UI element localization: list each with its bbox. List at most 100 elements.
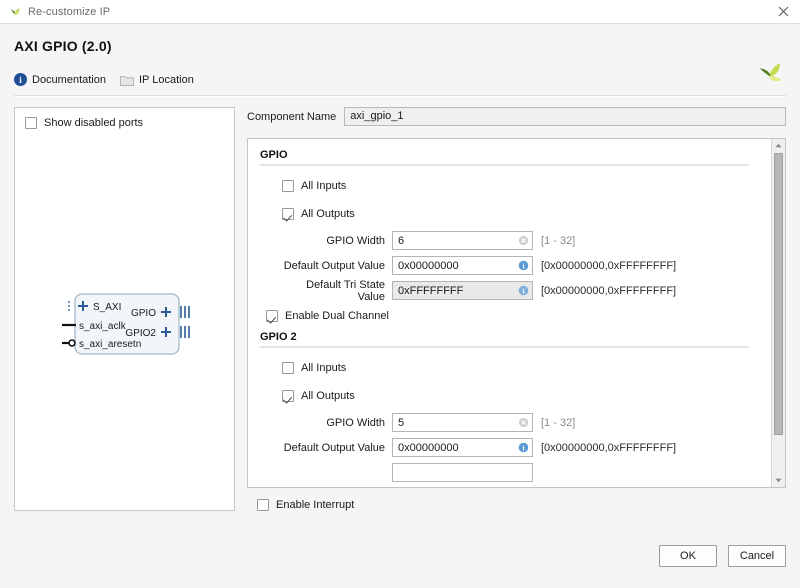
settings-column: Component Name GPIO All Inputs: [247, 107, 786, 511]
gpio-all-outputs-label: All Outputs: [301, 208, 355, 220]
gpio2-all-inputs-row[interactable]: All Inputs: [248, 354, 771, 382]
gpio-all-outputs-checkbox[interactable]: [282, 208, 294, 220]
enable-dual-channel-label: Enable Dual Channel: [285, 310, 389, 322]
enable-dual-channel-checkbox[interactable]: [266, 310, 278, 322]
folder-icon: [120, 74, 134, 86]
dialog-body: Show disabled ports S_AXI s_axi_aclk s_a…: [0, 97, 800, 532]
gpio2-default-output-label: Default Output Value: [283, 441, 385, 454]
gpio2-default-output-value: 0x00000000: [398, 441, 459, 454]
gpio2-default-output-input[interactable]: 0x00000000 i: [392, 438, 533, 457]
gpio-section: GPIO All Inputs All Outputs GPIO Width 6…: [248, 149, 771, 331]
scrollbar-thumb[interactable]: [774, 153, 783, 435]
gpio-section-title: GPIO: [260, 149, 288, 161]
gpio-default-output-hint: [0x00000000,0xFFFFFFFF]: [541, 259, 677, 272]
header-link-bar: i Documentation IP Location: [14, 73, 786, 95]
scroll-up-icon[interactable]: [772, 139, 785, 152]
settings-vertical-scrollbar[interactable]: [771, 139, 785, 487]
component-name-input[interactable]: [344, 107, 786, 126]
show-disabled-ports-checkbox[interactable]: [25, 117, 37, 129]
svg-text:GPIO2: GPIO2: [125, 328, 156, 339]
ip-location-link[interactable]: IP Location: [120, 74, 194, 86]
gpio-section-rows: All Inputs All Outputs GPIO Width 6 [1 -…: [248, 166, 771, 303]
component-name-row: Component Name: [247, 107, 786, 126]
settings-scroll-area: GPIO All Inputs All Outputs GPIO Width 6…: [247, 138, 786, 488]
ip-block-symbol: S_AXI s_axi_aclk s_axi_aresetn GPIO GPIO…: [57, 291, 217, 359]
header-divider: [14, 95, 786, 97]
gpio2-section: GPIO 2 All Inputs All Outputs GPIO Width…: [248, 331, 771, 485]
gpio2-all-inputs-checkbox-group[interactable]: All Inputs: [282, 362, 346, 374]
gpio-default-output-value: 0x00000000: [398, 259, 459, 272]
svg-text:S_AXI: S_AXI: [93, 302, 121, 313]
gpio-all-outputs-row[interactable]: All Outputs: [248, 200, 771, 228]
dialog-header: AXI GPIO (2.0) i Documentation IP Locati…: [0, 24, 800, 97]
gpio2-section-title: GPIO 2: [260, 331, 297, 343]
gpio-default-output-row: Default Output Value 0x00000000 i [0x000…: [248, 253, 771, 278]
gpio2-width-label: GPIO Width: [326, 416, 385, 429]
gpio-default-tristate-value: 0xFFFFFFFF: [398, 284, 464, 297]
ip-location-link-label: IP Location: [139, 73, 194, 86]
component-name-label: Component Name: [247, 110, 337, 123]
gpio2-default-output-hint: [0x00000000,0xFFFFFFFF]: [541, 441, 677, 454]
clear-icon[interactable]: [518, 417, 529, 428]
gpio2-width-input[interactable]: 5: [392, 413, 533, 432]
gpio-default-tristate-input[interactable]: 0xFFFFFFFF i: [392, 281, 533, 300]
svg-text:i: i: [522, 443, 524, 452]
documentation-link[interactable]: i Documentation: [14, 73, 106, 86]
enable-interrupt-checkbox[interactable]: [257, 499, 269, 511]
gpio-width-input[interactable]: 6: [392, 231, 533, 250]
settings-scroll-content: GPIO All Inputs All Outputs GPIO Width 6…: [248, 139, 771, 487]
ip-symbol-preview-panel: Show disabled ports S_AXI s_axi_aclk s_a…: [14, 107, 235, 511]
gpio-default-output-input[interactable]: 0x00000000 i: [392, 256, 533, 275]
title-bar: Re-customize IP: [0, 0, 800, 24]
gpio-all-inputs-label: All Inputs: [301, 180, 347, 192]
gpio2-width-row: GPIO Width 5 [1 - 32]: [248, 410, 771, 435]
gpio2-clipped-input[interactable]: [392, 463, 533, 482]
svg-text:i: i: [522, 286, 524, 295]
gpio-all-outputs-checkbox-group[interactable]: All Outputs: [282, 208, 355, 220]
gpio2-clipped-row: [248, 460, 771, 485]
gpio2-all-outputs-label: All Outputs: [301, 390, 355, 402]
gpio-default-tristate-label: Default Tri State Value: [306, 278, 385, 303]
gpio-width-hint: [1 - 32]: [541, 234, 576, 247]
gpio2-width-hint: [1 - 32]: [541, 416, 576, 429]
gpio-all-inputs-checkbox[interactable]: [282, 180, 294, 192]
dialog-footer: OK Cancel: [0, 532, 800, 588]
scrollbar-track[interactable]: [772, 152, 785, 474]
enable-dual-channel-row[interactable]: Enable Dual Channel: [248, 303, 771, 331]
gpio-default-tristate-hint: [0x00000000,0xFFFFFFFF]: [541, 284, 677, 297]
show-disabled-ports-row[interactable]: Show disabled ports: [15, 108, 234, 129]
info-icon: i: [14, 73, 27, 86]
gpio2-all-inputs-checkbox[interactable]: [282, 362, 294, 374]
re-customize-ip-dialog: Re-customize IP AXI GPIO (2.0) i Documen…: [0, 0, 800, 588]
close-icon[interactable]: [772, 2, 794, 22]
gpio2-all-inputs-label: All Inputs: [301, 362, 347, 374]
gpio2-section-rows: All Inputs All Outputs GPIO Width 5 [1 -…: [248, 348, 771, 485]
enable-interrupt-row[interactable]: Enable Interrupt: [247, 488, 786, 511]
show-disabled-ports-label: Show disabled ports: [44, 117, 144, 129]
gpio2-all-outputs-row[interactable]: All Outputs: [248, 382, 771, 410]
documentation-link-label: Documentation: [32, 73, 106, 86]
info-icon[interactable]: i: [518, 260, 529, 271]
gpio-default-tristate-row: Default Tri State Value 0xFFFFFFFF i [0x…: [248, 278, 771, 303]
gpio2-default-output-row: Default Output Value 0x00000000 i [0x000…: [248, 435, 771, 460]
gpio-all-inputs-checkbox-group[interactable]: All Inputs: [282, 180, 346, 192]
svg-text:s_axi_aresetn: s_axi_aresetn: [79, 339, 141, 350]
info-icon[interactable]: i: [518, 285, 529, 296]
gpio2-all-outputs-checkbox-group[interactable]: All Outputs: [282, 390, 355, 402]
gpio2-all-outputs-checkbox[interactable]: [282, 390, 294, 402]
gpio-width-row: GPIO Width 6 [1 - 32]: [248, 228, 771, 253]
page-title: AXI GPIO (2.0): [14, 38, 112, 54]
title-bar-text: Re-customize IP: [28, 5, 111, 18]
info-icon[interactable]: i: [518, 442, 529, 453]
svg-text:s_axi_aclk: s_axi_aclk: [79, 321, 127, 332]
clear-icon[interactable]: [518, 235, 529, 246]
gpio-all-inputs-row[interactable]: All Inputs: [248, 172, 771, 200]
ok-button[interactable]: OK: [659, 545, 717, 567]
cancel-button[interactable]: Cancel: [728, 545, 786, 567]
scroll-down-icon[interactable]: [772, 474, 785, 487]
gpio-default-output-label: Default Output Value: [283, 259, 385, 272]
enable-interrupt-label: Enable Interrupt: [276, 499, 355, 511]
gpio-width-value: 6: [398, 234, 405, 247]
xilinx-brand-logo-icon: [752, 58, 786, 92]
gpio2-width-value: 5: [398, 416, 405, 429]
